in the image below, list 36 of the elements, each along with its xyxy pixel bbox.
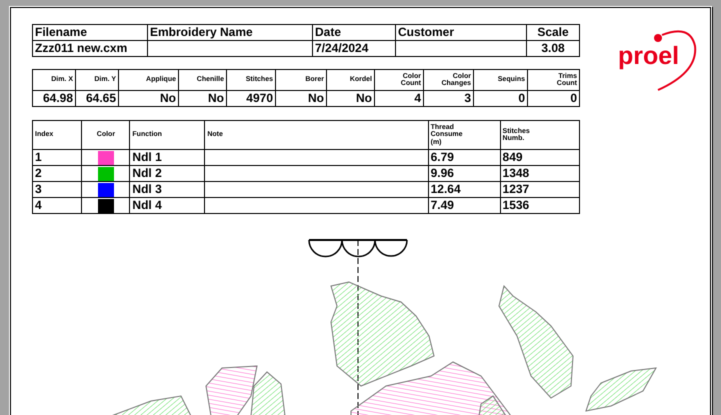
column-header: Customer	[396, 24, 526, 40]
table-cell: No	[326, 90, 374, 106]
table-cell: 1237	[500, 182, 580, 198]
table-cell: 0	[474, 90, 528, 106]
column-header: Filename	[32, 24, 148, 40]
table-cell: 6.79	[428, 150, 500, 166]
table-cell: 4970	[226, 90, 276, 106]
table-cell: 2	[32, 166, 82, 182]
table-cell: Ndl 4	[130, 198, 205, 214]
table-cell: 9.96	[428, 166, 500, 182]
column-header: Date	[312, 24, 396, 40]
table-cell: 0	[528, 90, 580, 106]
table-cell: 7/24/2024	[312, 40, 396, 56]
logo-text: proel	[618, 42, 680, 71]
table-cell: Ndl 1	[130, 150, 205, 166]
table-cell: No	[118, 90, 178, 106]
table-cell: 3.08	[526, 40, 580, 56]
table-cell: Ndl 2	[130, 166, 205, 182]
table-cell: 1536	[500, 198, 580, 214]
table-cell: 64.98	[32, 90, 76, 106]
table-cell: No	[276, 90, 326, 106]
table-cell: 64.65	[76, 90, 118, 106]
table-cell: 3	[424, 90, 474, 106]
table-cell: 849	[500, 150, 580, 166]
table-cell: 1348	[500, 166, 580, 182]
table-cell: Zzz011 new.cxm	[32, 40, 148, 56]
table-cell: Ndl 3	[130, 182, 205, 198]
table-cell: No	[178, 90, 226, 106]
table-cell: 3	[32, 182, 82, 198]
table-cell: 4	[374, 90, 424, 106]
column-header: Scale	[526, 24, 580, 40]
table-cell: 7.49	[428, 198, 500, 214]
table-cell: 4	[32, 198, 82, 214]
column-header: Embroidery Name	[148, 24, 312, 40]
table-cell: 1	[32, 150, 82, 166]
table-cell: 12.64	[428, 182, 500, 198]
